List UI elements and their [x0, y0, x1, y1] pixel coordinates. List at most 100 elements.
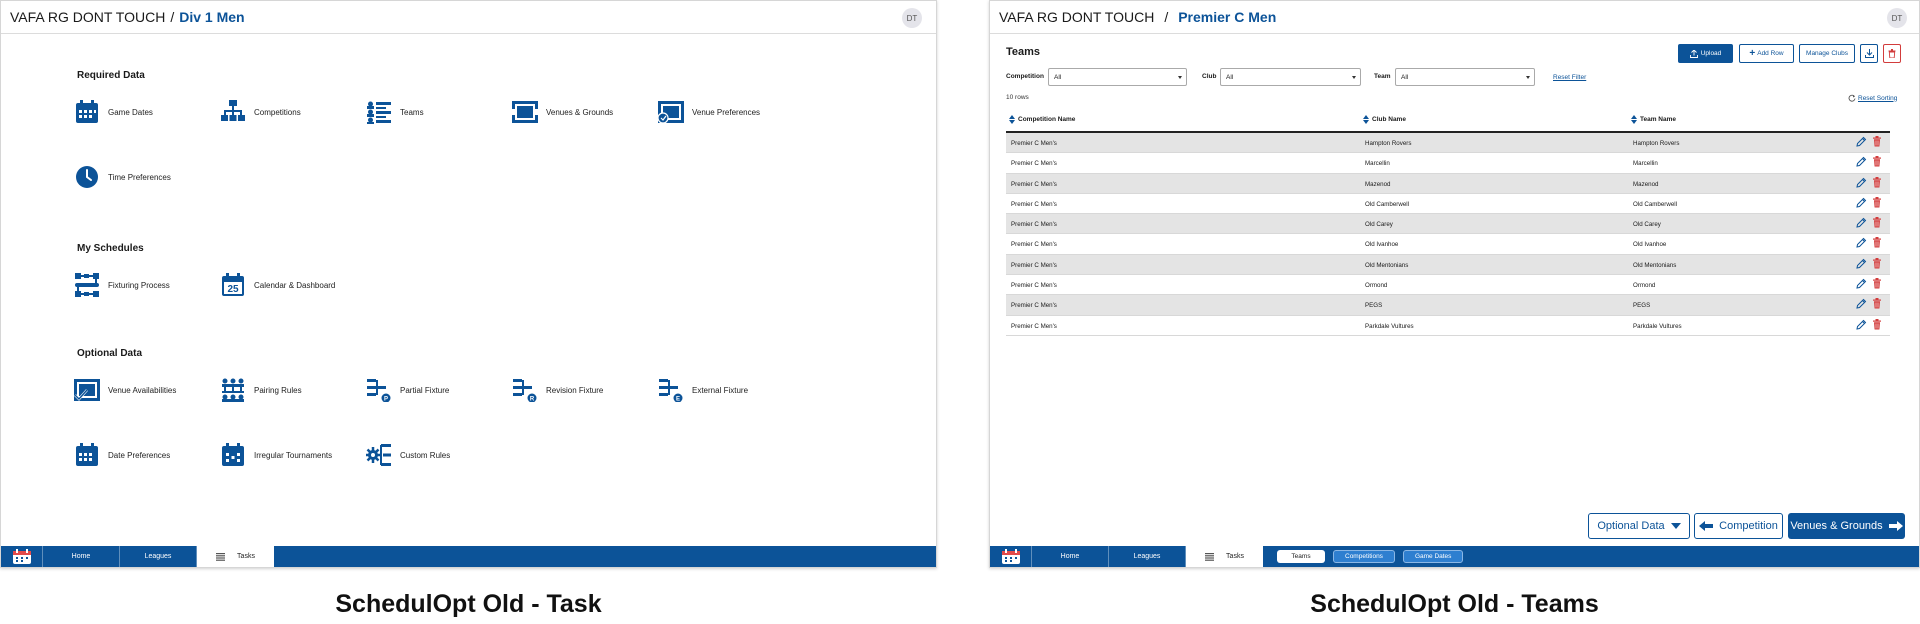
tile-pairing-rules[interactable]: Pairing Rules: [220, 377, 302, 403]
edit-icon[interactable]: [1856, 156, 1868, 168]
table-row[interactable]: Premier C Men's Parkdale Vultures Parkdale…: [1006, 316, 1890, 336]
competition-filter-select[interactable]: All: [1048, 68, 1187, 86]
optional-data-dropdown[interactable]: Optional Data: [1588, 513, 1690, 539]
trash-icon[interactable]: [1872, 278, 1884, 290]
table-row[interactable]: Premier C Men's Old Camberwell Old Camberw…: [1006, 194, 1890, 215]
task-tab-competitions[interactable]: Competitions: [1333, 550, 1395, 563]
previous-competition-button[interactable]: Competition: [1694, 513, 1783, 539]
add-row-button[interactable]: + Add Row: [1739, 44, 1794, 63]
trash-icon[interactable]: [1872, 237, 1884, 249]
edit-icon[interactable]: [1856, 136, 1868, 148]
tile-irregular-tournaments[interactable]: Irregular Tournaments: [220, 442, 332, 468]
trash-icon[interactable]: [1872, 136, 1884, 148]
next-venues-grounds-button[interactable]: Venues & Grounds: [1788, 513, 1905, 539]
tile-date-preferences[interactable]: Date Preferences: [74, 442, 170, 468]
required-data-heading: Required Data: [77, 70, 145, 81]
tile-time-preferences[interactable]: Time Preferences: [74, 164, 171, 190]
club-filter-value: All: [1226, 73, 1234, 81]
tile-label: Revision Fixture: [546, 385, 604, 395]
table-row[interactable]: Premier C Men's Ormond Ormond: [1006, 275, 1890, 296]
cell-club: Mazenod: [1365, 180, 1391, 188]
cell-club: PEGS: [1365, 302, 1383, 310]
trash-icon[interactable]: [1872, 196, 1884, 209]
table-row[interactable]: Premier C Men's Marcellin Marcellin: [1006, 153, 1890, 174]
task-tab-game-dates[interactable]: Game Dates: [1402, 550, 1464, 563]
table-row[interactable]: Premier C Men's Old Ivanhoe Old Ivanhoe: [1006, 234, 1890, 255]
table-row[interactable]: Premier C Men's Mazenod Mazenod: [1006, 173, 1890, 194]
breadcrumb-division[interactable]: Div 1 Men: [179, 9, 244, 25]
nav-leagues[interactable]: Leagues: [1109, 546, 1186, 567]
nav-tasks[interactable]: Tasks: [1186, 546, 1263, 567]
breadcrumb-division[interactable]: Premier C Men: [1178, 9, 1276, 25]
avatar[interactable]: DT: [902, 8, 922, 28]
cell-team: PEGS: [1633, 302, 1651, 310]
table-row[interactable]: Premier C Men's Old Mentonians Old Mentoni…: [1006, 254, 1890, 276]
tile-label: Venue Availabilities: [108, 385, 177, 395]
edit-icon[interactable]: [1856, 197, 1868, 209]
svg-text:R: R: [530, 397, 535, 403]
tile-teams[interactable]: Teams: [366, 99, 424, 125]
tile-game-dates[interactable]: Game Dates: [74, 99, 153, 125]
header-team-name[interactable]: Team Name: [1631, 115, 1676, 124]
club-filter-select[interactable]: All: [1220, 68, 1361, 86]
header-competition-name[interactable]: Competition Name: [1009, 115, 1075, 124]
trash-icon[interactable]: [1872, 217, 1884, 229]
caption-left: SchedulOpt Old - Task: [335, 590, 602, 618]
nav-tasks[interactable]: Tasks: [197, 546, 274, 567]
tile-label: Game Dates: [108, 107, 153, 117]
teams-table: Competition Name Club Name Team Name Pre…: [1006, 108, 1890, 336]
tile-custom-rules[interactable]: Custom Rules: [366, 442, 450, 468]
upload-button[interactable]: Upload: [1678, 44, 1733, 63]
tile-partial-fixture[interactable]: P Partial Fixture: [366, 377, 449, 403]
task-tab-teams[interactable]: Teams: [1277, 550, 1325, 563]
edit-icon[interactable]: [1856, 278, 1868, 290]
tile-venues-grounds[interactable]: Venues & Grounds: [512, 99, 613, 125]
tile-competitions[interactable]: Competitions: [220, 99, 301, 125]
tile-venue-availabilities[interactable]: Venue Availabilities: [74, 377, 176, 403]
teams-screen: VAFA RG DONT TOUCH / Premier C Men DT Te…: [989, 0, 1920, 568]
manage-clubs-button[interactable]: Manage Clubs: [1799, 44, 1855, 63]
optional-data-label: Optional Data: [1597, 520, 1665, 532]
previous-label: Competition: [1719, 520, 1778, 532]
trash-icon[interactable]: [1872, 298, 1884, 310]
edit-icon[interactable]: [1856, 319, 1868, 331]
trash-icon[interactable]: [1872, 176, 1884, 189]
trash-icon[interactable]: [1872, 156, 1884, 168]
header-label: Competition Name: [1018, 116, 1076, 123]
header-club-name[interactable]: Club Name: [1363, 115, 1406, 124]
edit-icon[interactable]: [1856, 258, 1868, 270]
nav-home[interactable]: Home: [1032, 546, 1109, 567]
reset-sorting-label: Reset Sorting: [1858, 94, 1898, 102]
cell-competition: Premier C Men's: [1011, 261, 1057, 269]
trash-icon[interactable]: [1872, 318, 1884, 331]
reset-filter-link[interactable]: Reset Filter: [1553, 74, 1586, 81]
nav-leagues[interactable]: Leagues: [120, 546, 197, 567]
reset-sorting-link[interactable]: Reset Sorting: [1848, 94, 1897, 102]
cell-team: Old Ivanhoe: [1633, 241, 1667, 249]
table-row[interactable]: Premier C Men's Old Carey Old Carey: [1006, 214, 1890, 235]
app-logo[interactable]: [1, 546, 43, 567]
breadcrumb-separator: /: [1164, 9, 1169, 25]
tile-calendar-dashboard[interactable]: 25 Calendar & Dashboard: [220, 272, 335, 298]
download-button[interactable]: [1860, 44, 1878, 63]
app-logo[interactable]: [990, 546, 1032, 567]
tile-revision-fixture[interactable]: R Revision Fixture: [512, 377, 603, 403]
edit-icon[interactable]: [1856, 298, 1868, 310]
nav-home[interactable]: Home: [43, 546, 120, 567]
org-name: VAFA RG DONT TOUCH: [10, 9, 166, 25]
edit-icon[interactable]: [1856, 217, 1868, 229]
tile-venue-preferences[interactable]: Venue Preferences: [658, 99, 760, 125]
cell-club: Old Carey: [1365, 221, 1393, 229]
avatar[interactable]: DT: [1887, 8, 1907, 28]
tile-label: Teams: [400, 107, 424, 117]
table-row[interactable]: Premier C Men's PEGS PEGS: [1006, 295, 1890, 316]
team-filter-select[interactable]: All: [1395, 68, 1535, 86]
trash-icon[interactable]: [1872, 257, 1884, 270]
edit-icon[interactable]: [1856, 237, 1868, 249]
table-row[interactable]: Premier C Men's Hampton Rovers Hampton Rov…: [1006, 133, 1890, 154]
edit-icon[interactable]: [1856, 177, 1868, 189]
delete-all-button[interactable]: [1883, 44, 1901, 63]
tile-external-fixture[interactable]: E External Fixture: [658, 377, 748, 403]
tile-fixturing-process[interactable]: Fixturing Process: [74, 272, 170, 298]
cell-team: Old Mentonians: [1633, 261, 1677, 269]
